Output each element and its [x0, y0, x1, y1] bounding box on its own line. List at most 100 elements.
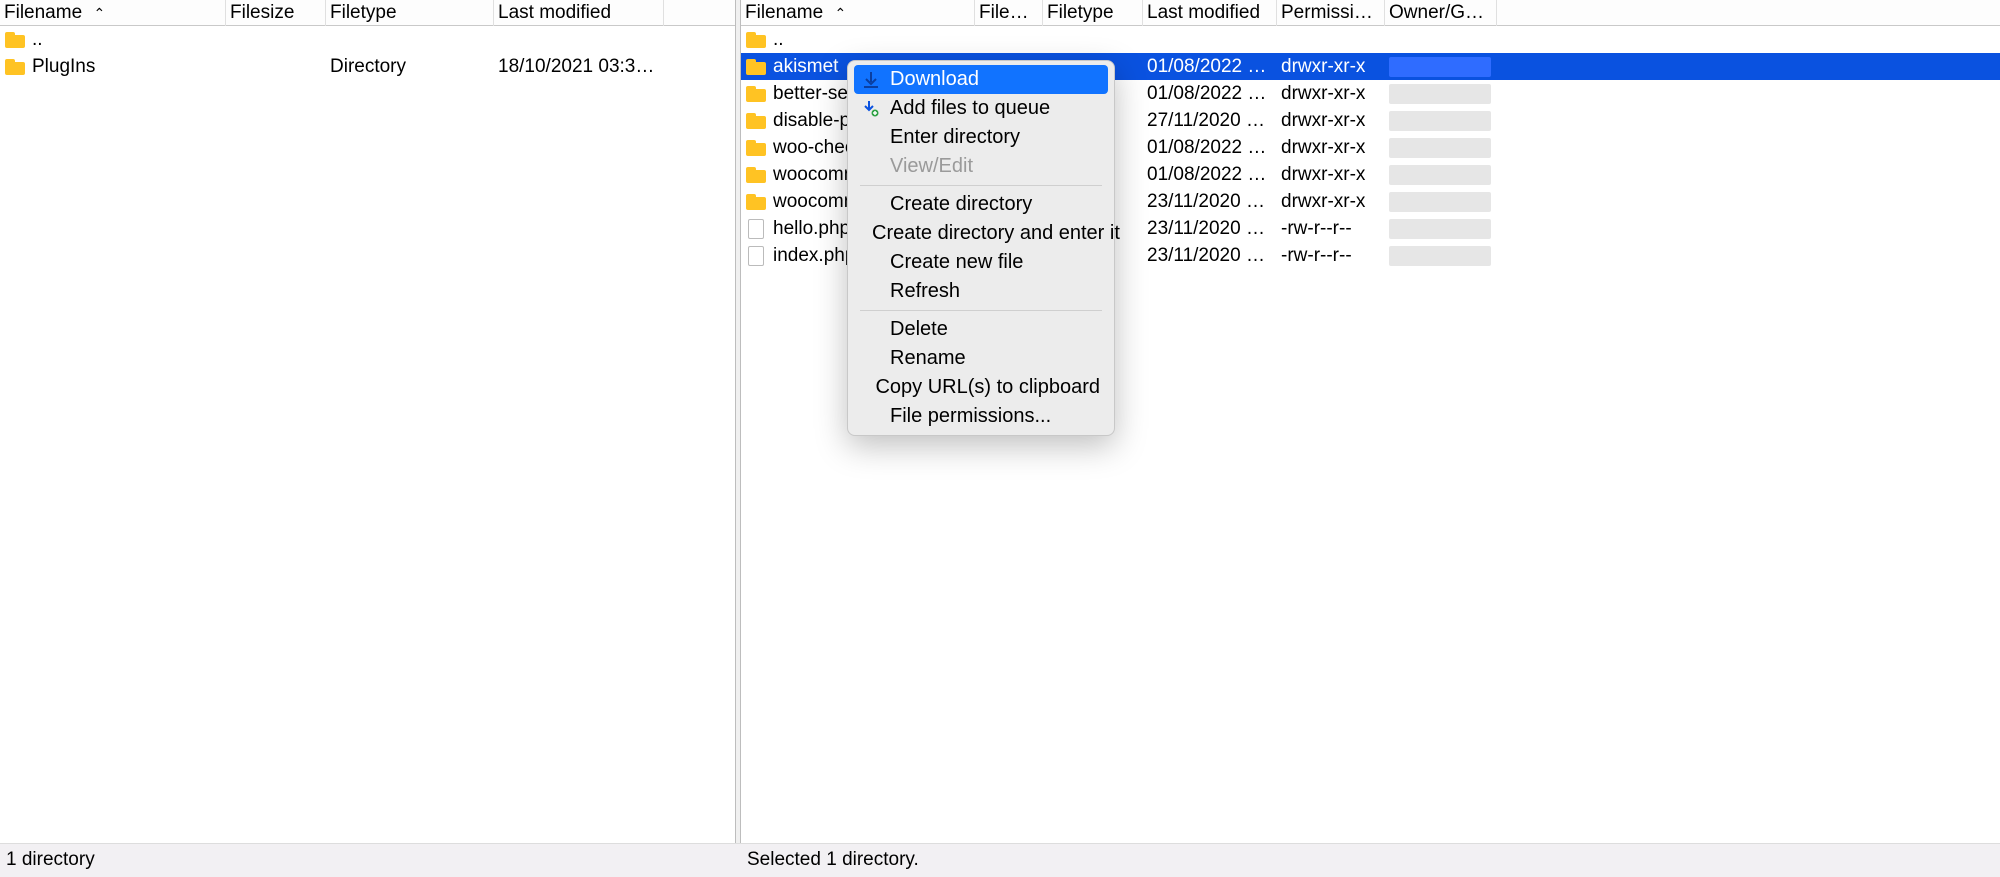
filename: index.php: [773, 245, 855, 267]
menu-label: Refresh: [890, 280, 960, 303]
filetype: Directory: [326, 56, 494, 78]
permissions: drwxr-xr-x: [1277, 83, 1385, 105]
ownergroup-value: [1389, 138, 1491, 158]
ownergroup: [1385, 246, 1497, 266]
permissions: drwxr-xr-x: [1277, 137, 1385, 159]
menu-label: View/Edit: [890, 155, 973, 178]
menu-create-directory-enter[interactable]: Create directory and enter it: [848, 219, 1114, 248]
local-header: Filename ⌃ Filesize Filetype Last modifi…: [0, 0, 735, 26]
menu-label: Copy URL(s) to clipboard: [875, 376, 1100, 399]
menu-file-permissions[interactable]: File permissions...: [848, 402, 1114, 431]
status-remote: Selected 1 directory.: [741, 844, 2000, 877]
lastmodified: 01/08/2022 1…: [1143, 164, 1277, 186]
col-permissions[interactable]: Permissions: [1277, 0, 1385, 26]
ownergroup-value: [1389, 57, 1491, 77]
ownergroup-value: [1389, 84, 1491, 104]
permissions: drwxr-xr-x: [1277, 164, 1385, 186]
ownergroup-value: [1389, 111, 1491, 131]
permissions: -rw-r--r--: [1277, 218, 1385, 240]
col-filesize[interactable]: Filesize: [975, 0, 1043, 26]
menu-create-file[interactable]: Create new file: [848, 248, 1114, 277]
menu-separator: [860, 310, 1102, 311]
col-filename-label: Filename: [745, 2, 823, 23]
lastmodified: 01/08/2022 1…: [1143, 83, 1277, 105]
menu-label: Download: [890, 68, 979, 91]
col-filetype[interactable]: Filetype: [1043, 0, 1143, 26]
folder-icon: [745, 192, 767, 212]
local-panel: Filename ⌃ Filesize Filetype Last modifi…: [0, 0, 735, 843]
menu-label: Create directory: [890, 193, 1032, 216]
folder-icon: [4, 30, 26, 50]
permissions: drwxr-xr-x: [1277, 110, 1385, 132]
menu-label: Create new file: [890, 251, 1023, 274]
col-filesize[interactable]: Filesize: [226, 0, 326, 26]
sort-asc-icon: ⌃: [834, 5, 846, 22]
col-filename[interactable]: Filename ⌃: [741, 0, 975, 26]
list-item[interactable]: ..: [741, 26, 2000, 53]
permissions: -rw-r--r--: [1277, 245, 1385, 267]
menu-separator: [860, 185, 1102, 186]
lastmodified: 23/11/2020 1…: [1143, 245, 1277, 267]
menu-label: Rename: [890, 347, 966, 370]
ownergroup: [1385, 111, 1497, 131]
menu-copy-urls[interactable]: Copy URL(s) to clipboard: [848, 373, 1114, 402]
folder-icon: [745, 111, 767, 131]
menu-label: Enter directory: [890, 126, 1020, 149]
lastmodified: 23/11/2020 1…: [1143, 191, 1277, 213]
list-item[interactable]: PlugIns Directory 18/10/2021 03:3…: [0, 53, 735, 80]
filename: woo-chec: [773, 137, 854, 159]
filename: PlugIns: [32, 56, 95, 78]
menu-add-queue[interactable]: Add files to queue: [848, 94, 1114, 123]
lastmodified: 01/08/2022 1…: [1143, 56, 1277, 78]
menu-create-directory[interactable]: Create directory: [848, 190, 1114, 219]
filename: woocomn: [773, 191, 854, 213]
menu-label: File permissions...: [890, 405, 1051, 428]
ownergroup: [1385, 219, 1497, 239]
file-icon: [745, 246, 767, 266]
col-lastmodified[interactable]: Last modified: [1143, 0, 1277, 26]
ownergroup: [1385, 138, 1497, 158]
ownergroup-value: [1389, 246, 1491, 266]
filename: hello.php: [773, 218, 850, 240]
folder-icon: [745, 138, 767, 158]
sort-asc-icon: ⌃: [93, 5, 105, 22]
folder-icon: [745, 57, 767, 77]
ownergroup: [1385, 84, 1497, 104]
status-bar: 1 directory Selected 1 directory.: [0, 843, 2000, 877]
filename: woocomn: [773, 164, 854, 186]
local-rows[interactable]: .. PlugIns Directory 18/10/2021 03:3…: [0, 26, 735, 843]
filename: akismet: [773, 56, 838, 78]
filename: ..: [773, 29, 784, 51]
folder-icon: [745, 30, 767, 50]
menu-view-edit: View/Edit: [848, 152, 1114, 181]
ownergroup: [1385, 192, 1497, 212]
col-filename-label: Filename: [4, 2, 82, 23]
context-menu: Download Add files to queue Enter direct…: [847, 60, 1115, 436]
menu-enter-directory[interactable]: Enter directory: [848, 123, 1114, 152]
remote-header: Filename ⌃ Filesize Filetype Last modifi…: [741, 0, 2000, 26]
ownergroup-value: [1389, 192, 1491, 212]
menu-download[interactable]: Download: [854, 65, 1108, 94]
ownergroup: [1385, 57, 1497, 77]
col-lastmodified[interactable]: Last modified: [494, 0, 664, 26]
col-filetype[interactable]: Filetype: [326, 0, 494, 26]
menu-refresh[interactable]: Refresh: [848, 277, 1114, 306]
filename: ..: [32, 29, 43, 51]
status-local: 1 directory: [0, 844, 735, 877]
menu-rename[interactable]: Rename: [848, 344, 1114, 373]
folder-icon: [4, 57, 26, 77]
folder-icon: [745, 84, 767, 104]
lastmodified: 01/08/2022 1…: [1143, 137, 1277, 159]
list-item[interactable]: ..: [0, 26, 735, 53]
download-icon: [862, 72, 880, 88]
file-icon: [745, 219, 767, 239]
ownergroup-value: [1389, 165, 1491, 185]
permissions: drwxr-xr-x: [1277, 191, 1385, 213]
permissions: drwxr-xr-x: [1277, 56, 1385, 78]
menu-label: Add files to queue: [890, 97, 1050, 120]
lastmodified: 27/11/2020 1…: [1143, 110, 1277, 132]
menu-delete[interactable]: Delete: [848, 315, 1114, 344]
col-ownergroup[interactable]: Owner/Group: [1385, 0, 1497, 26]
lastmodified: 23/11/2020 1…: [1143, 218, 1277, 240]
col-filename[interactable]: Filename ⌃: [0, 0, 226, 26]
